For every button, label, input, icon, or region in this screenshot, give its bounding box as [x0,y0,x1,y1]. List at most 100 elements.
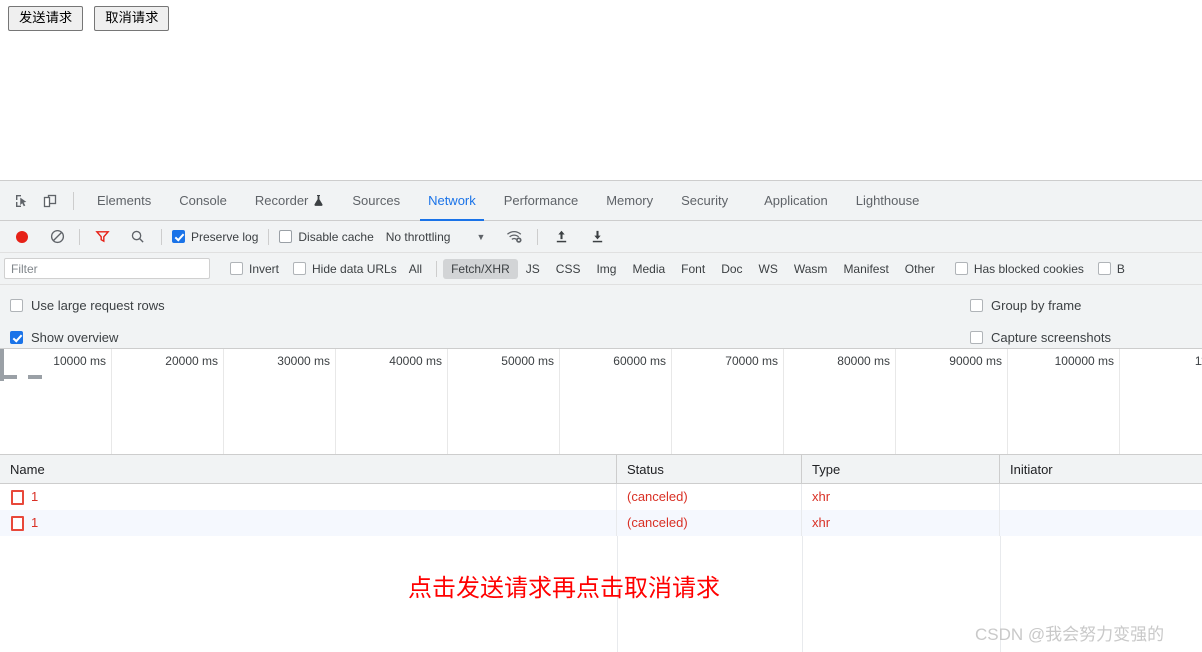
tab-label: Console [179,193,227,208]
has-blocked-cookies-checkbox[interactable]: Has blocked cookies [954,262,1084,276]
tab-sources[interactable]: Sources [338,181,414,221]
checkbox-box [10,330,23,344]
group-by-frame-checkbox[interactable]: Group by frame [970,293,1111,317]
tab-recorder[interactable]: Recorder [241,181,338,221]
overview-tick-label: 80000 ms [837,354,890,368]
type-filter-other[interactable]: Other [897,259,943,279]
request-initiator-cell [1000,484,1202,510]
document-error-icon [11,515,24,531]
filter-icon[interactable] [88,223,116,251]
type-filter-css[interactable]: CSS [548,259,589,279]
settings-column-left: Use large request rows Show overview [10,293,165,357]
clear-icon[interactable] [43,223,71,251]
wifi-settings-icon[interactable] [500,223,528,251]
watermark: CSDN @我会努力变强的 [975,625,1165,644]
record-dot [16,230,28,243]
request-name: 1 [31,515,39,530]
column-header-status[interactable]: Status [617,454,802,484]
search-icon[interactable] [123,223,151,251]
tab-label: Lighthouse [855,193,920,208]
screenshot-root: 发送请求 取消请求 Elements Console Recorder Sour… [0,0,1202,652]
network-settings-pane: Use large request rows Show overview Gro… [0,285,1202,349]
tab-label: Memory [606,193,654,208]
request-name-cell[interactable]: 1 [0,510,617,536]
tab-label: Elements [97,193,152,208]
tab-lighthouse[interactable]: Lighthouse [842,181,934,221]
type-filter-media[interactable]: Media [624,259,673,279]
send-request-button[interactable]: 发送请求 [8,6,84,31]
preserve-log-checkbox[interactable]: Preserve log [172,230,258,244]
device-toolbar-icon[interactable] [36,187,64,215]
tab-console[interactable]: Console [165,181,241,221]
type-filter-wasm[interactable]: Wasm [786,259,836,279]
inspect-element-icon[interactable] [8,187,36,215]
capture-screenshots-checkbox[interactable]: Capture screenshots [970,325,1111,349]
request-name-cell[interactable]: 1 [0,484,617,510]
chevron-down-icon: ▼ [476,231,486,242]
hide-data-urls-label: Hide data URLs [312,261,397,276]
overview-tick-label: 40000 ms [389,354,442,368]
tabbar-divider [73,191,74,210]
type-filter-divider [436,260,438,277]
type-filter-font[interactable]: Font [673,259,713,279]
document-error-icon [11,489,24,505]
column-header-name[interactable]: Name [0,454,617,484]
web-page-content: 发送请求 取消请求 [0,0,1202,180]
use-large-request-rows-checkbox[interactable]: Use large request rows [10,293,165,317]
blocked-requests-checkbox[interactable]: B [1097,261,1125,276]
network-toolbar: Preserve log Disable cache No throttling… [0,221,1202,253]
hide-data-urls-checkbox[interactable]: Hide data URLs [293,262,397,276]
column-header-type[interactable]: Type [802,454,1000,484]
column-separator [802,536,803,652]
overview-tick-label: 90000 ms [949,354,1002,368]
type-filter-fetch-xhr[interactable]: Fetch/XHR [443,258,518,279]
table-row[interactable]: 1 (canceled) xhr [0,510,1202,536]
export-har-icon[interactable] [583,223,611,251]
request-type-cell: xhr [802,484,1000,510]
tab-application[interactable]: Application [742,181,842,221]
tab-security[interactable]: Security [667,181,742,221]
tab-performance[interactable]: Performance [490,181,592,221]
disable-cache-checkbox[interactable]: Disable cache [279,230,374,244]
type-filter-img[interactable]: Img [588,259,624,279]
table-header-row: Name Status Type Initiator [0,454,1202,484]
settings-column-right: Group by frame Capture screenshots [970,293,1111,357]
show-overview-label: Show overview [31,329,119,345]
tab-label: Performance [503,193,579,208]
filter-input[interactable] [4,258,210,279]
overview-tick-label: 110000 [1194,354,1202,368]
devtools-tabbar: Elements Console Recorder Sources Networ… [0,181,1202,221]
invert-checkbox[interactable]: Invert [230,262,279,276]
throttling-dropdown[interactable]: No throttling ▼ [386,230,486,244]
checkbox-box [970,298,983,312]
type-filter-ws[interactable]: WS [751,259,786,279]
checkbox-box [293,262,307,275]
type-filter-all[interactable]: All [401,259,430,279]
checkbox-box [1097,262,1111,275]
toolbar-divider-2 [161,228,162,245]
annotation-text: 点击发送请求再点击取消请求 [408,574,720,602]
column-header-initiator[interactable]: Initiator [1000,455,1202,484]
type-filter-doc[interactable]: Doc [713,259,750,279]
checkbox-box [279,230,293,243]
table-row[interactable]: 1 (canceled) xhr [0,484,1202,510]
toolbar-divider-1 [79,228,80,245]
type-filter-js[interactable]: JS [518,259,548,279]
tab-memory[interactable]: Memory [592,181,667,221]
tab-elements[interactable]: Elements [83,181,165,221]
blocked-requests-label: B [1116,261,1125,276]
use-large-request-rows-label: Use large request rows [31,297,165,313]
tab-network[interactable]: Network [414,181,490,221]
network-filter-bar: Invert Hide data URLs All Fetch/XHR JS C… [0,253,1202,285]
devtools-tab-list: Elements Console Recorder Sources Networ… [83,181,933,221]
request-name: 1 [31,489,39,504]
type-filter-manifest[interactable]: Manifest [835,259,896,279]
network-overview[interactable]: 10000 ms 20000 ms 30000 ms 40000 ms 5000… [0,349,1202,455]
cancel-request-button[interactable]: 取消请求 [94,6,170,31]
toolbar-divider-3 [268,228,270,245]
throttling-value: No throttling [385,229,451,244]
page-button-row: 发送请求 取消请求 [8,6,170,31]
record-icon[interactable] [8,223,36,251]
import-har-icon[interactable] [547,223,575,251]
show-overview-checkbox[interactable]: Show overview [10,325,165,349]
